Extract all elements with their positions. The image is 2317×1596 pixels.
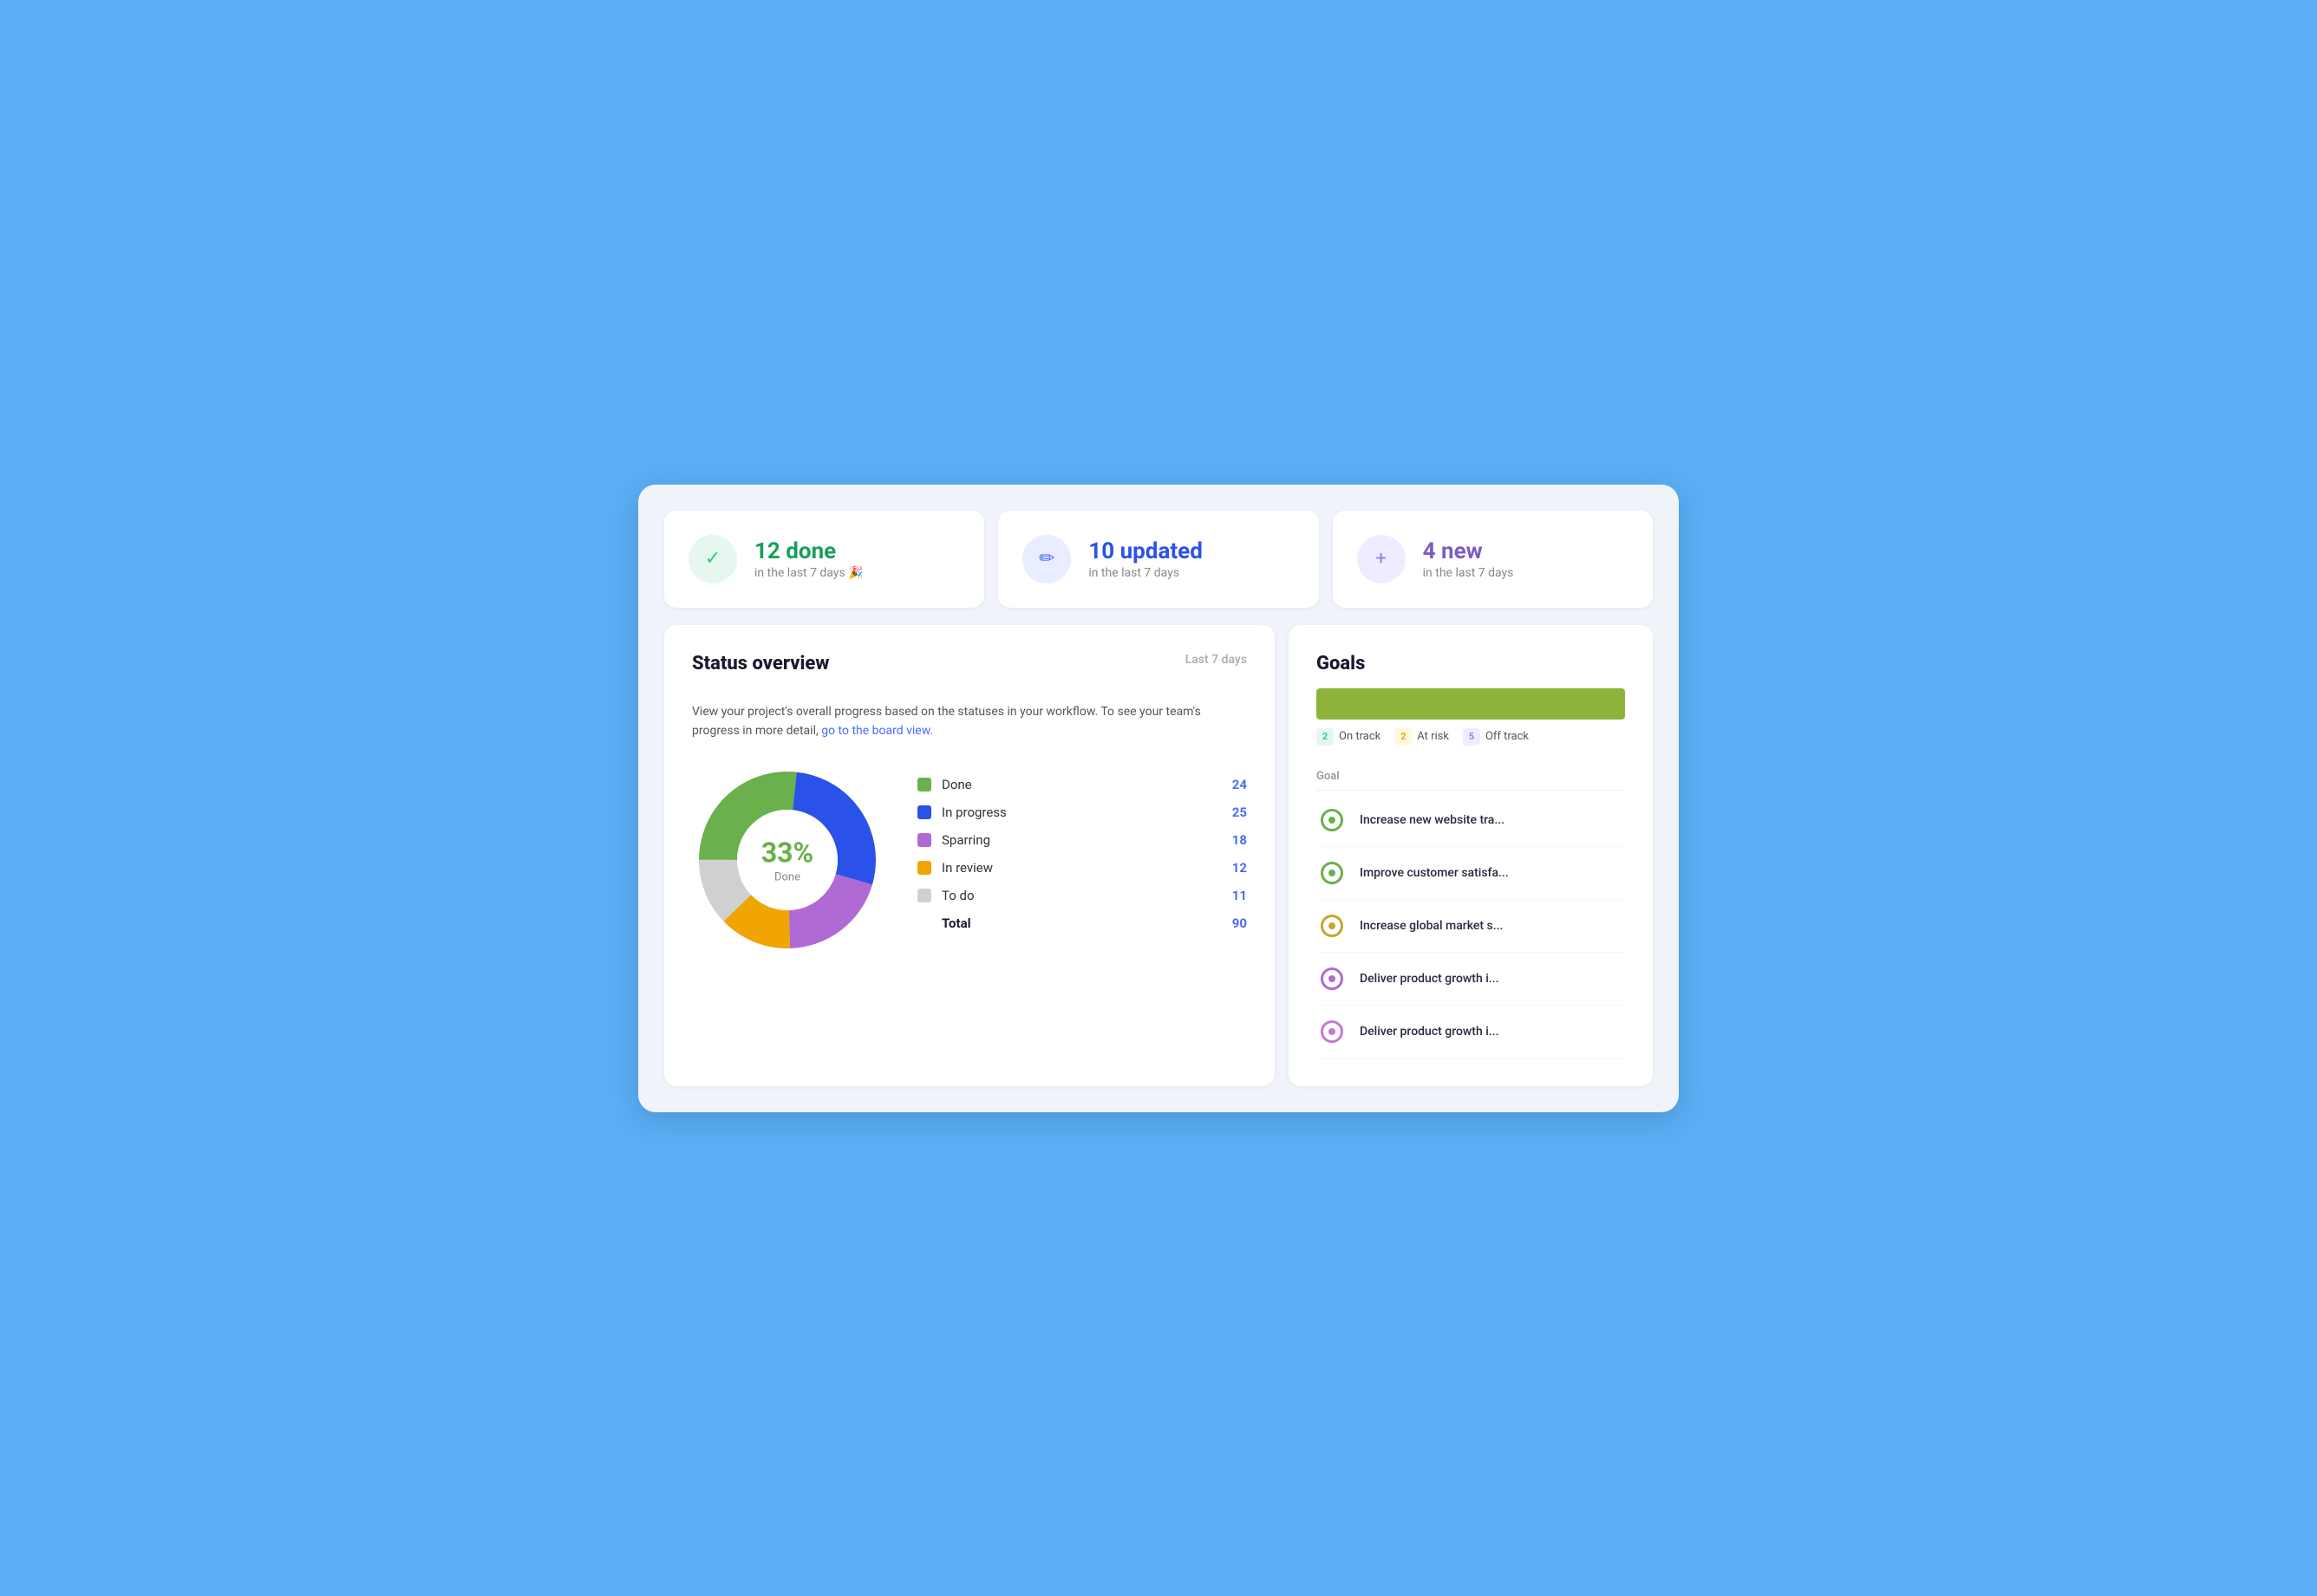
goals-title: Goals (1316, 653, 1625, 674)
legend-color-swatch (917, 833, 931, 847)
goals-legend-at-risk: 2At risk (1394, 728, 1449, 746)
legend-item-total: Total 90 (917, 915, 1247, 931)
legend-item-to-do: To do 11 (917, 888, 1247, 903)
updated-icon: ✏ (1022, 535, 1071, 583)
goal-name-1: Improve customer satisfa... (1360, 866, 1625, 880)
done-sub-text: in the last 7 days 🎉 (754, 566, 864, 580)
status-overview-title: Status overview (692, 653, 829, 674)
chart-area: 33% Done Done 24 In progress 25 Sparring… (692, 765, 1247, 955)
goal-row-4: Deliver product growth i... (1316, 1006, 1625, 1059)
goal-name-2: Increase global market s... (1360, 919, 1625, 933)
goal-icon-2 (1316, 910, 1348, 941)
status-header: Status overview Last 7 days (692, 653, 1247, 688)
legend-item-done: Done 24 (917, 777, 1247, 792)
stat-card-new: + 4 new in the last 7 days (1333, 511, 1653, 608)
goals-bar-wrapper: 2On track 2At risk 5Off track (1316, 688, 1625, 746)
donut-center: 33% Done (761, 837, 813, 884)
donut-label: Done (761, 871, 813, 884)
legend-color-swatch (917, 805, 931, 819)
goal-row-2: Increase global market s... (1316, 900, 1625, 953)
goals-legend: 2On track 2At risk 5Off track (1316, 728, 1625, 746)
period-label: Last 7 days (1185, 653, 1247, 667)
stat-card-updated: ✏ 10 updated in the last 7 days (998, 511, 1318, 608)
goal-row-3: Deliver product growth i... (1316, 953, 1625, 1006)
goals-legend-off-track: 5Off track (1463, 728, 1529, 746)
goals-rows: Increase new website tra... Improve cust… (1316, 794, 1625, 1059)
board-view-link[interactable]: go to the board view. (821, 724, 933, 738)
goal-row-1: Improve customer satisfa... (1316, 847, 1625, 900)
legend-item-in-progress: In progress 25 (917, 805, 1247, 820)
goals-bar (1316, 688, 1625, 720)
legend-color-total (917, 916, 931, 930)
new-main-text: 4 new (1423, 538, 1514, 564)
goals-column-header: Goal (1316, 759, 1625, 791)
legend-item-in-review: In review 12 (917, 860, 1247, 876)
goals-legend-on-track: 2On track (1316, 728, 1380, 746)
goal-icon-1 (1316, 857, 1348, 889)
updated-main-text: 10 updated (1088, 538, 1203, 564)
goal-name-3: Deliver product growth i... (1360, 972, 1625, 986)
goal-row-0: Increase new website tra... (1316, 794, 1625, 847)
legend-color-swatch (917, 778, 931, 791)
goal-name-0: Increase new website tra... (1360, 813, 1625, 827)
goal-icon-3 (1316, 963, 1348, 994)
done-main-text: 12 done (754, 538, 864, 564)
new-sub-text: in the last 7 days (1423, 566, 1514, 580)
updated-sub-text: in the last 7 days (1088, 566, 1203, 580)
status-description: View your project's overall progress bas… (692, 702, 1247, 741)
goal-name-4: Deliver product growth i... (1360, 1025, 1625, 1039)
legend-color-swatch (917, 861, 931, 875)
legend-color-swatch (917, 889, 931, 902)
main-container: ✓ 12 done in the last 7 days 🎉 ✏ 10 upda… (638, 485, 1679, 1112)
goal-icon-4 (1316, 1016, 1348, 1047)
chart-legend: Done 24 In progress 25 Sparring 18 In re… (917, 777, 1247, 943)
done-icon: ✓ (689, 535, 737, 583)
bottom-row: Status overview Last 7 days View your pr… (664, 625, 1653, 1086)
goals-panel: Goals 2On track 2At risk 5Off track Goal I… (1289, 625, 1653, 1086)
goal-icon-0 (1316, 805, 1348, 836)
new-icon: + (1357, 535, 1406, 583)
legend-item-sparring: Sparring 18 (917, 832, 1247, 848)
stat-card-done: ✓ 12 done in the last 7 days 🎉 (664, 511, 984, 608)
donut-percentage: 33% (761, 837, 813, 870)
stats-row: ✓ 12 done in the last 7 days 🎉 ✏ 10 upda… (664, 511, 1653, 608)
status-overview-panel: Status overview Last 7 days View your pr… (664, 625, 1275, 1086)
donut-chart: 33% Done (692, 765, 883, 955)
